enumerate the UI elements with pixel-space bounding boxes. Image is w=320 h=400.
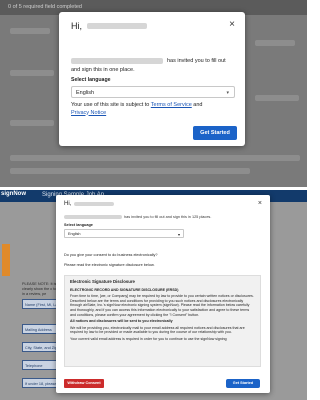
read-instruction: Please read the electronic signature dis… [64, 263, 155, 267]
terms-of-service-link[interactable]: Terms of Service [151, 102, 192, 108]
withdraw-consent-button[interactable]: Withdraw Consent [64, 379, 104, 388]
consent-question: Do you give your consent to do business … [64, 253, 158, 257]
redacted-name [87, 23, 147, 29]
invite-text-2: and sign this in one place. [71, 67, 135, 73]
terms-and: and [191, 102, 203, 108]
disclosure-paragraph: From time to time, [we, or Company] may … [70, 294, 254, 317]
second-screenshot-panel: signNow Signing Sample Job Ap PLEASE NOT… [0, 190, 307, 400]
invite-modal: Hi, × has invited you to fill out and si… [59, 12, 245, 146]
disclosure-paragraph: We will be providing you, electronically… [70, 325, 245, 335]
background-blur [10, 28, 50, 34]
close-icon[interactable]: × [258, 200, 262, 207]
redacted-sender [71, 58, 163, 64]
terms-text: Your use of this site is subject to Term… [71, 102, 235, 117]
background-blur [10, 70, 54, 76]
disclosure-subtitle: ELECTRONIC RECORD AND SIGNATURE DISCLOSU… [70, 287, 179, 292]
disclosure-paragraph: Your current valid email address is requ… [70, 336, 227, 341]
background-blur [255, 95, 299, 101]
get-started-button[interactable]: Get Started [193, 126, 237, 140]
language-select[interactable]: English ▾ [71, 86, 235, 98]
privacy-notice-link[interactable]: Privacy Notice [71, 110, 106, 116]
first-screenshot-panel: 0 of 5 required field completed Hi, × ha… [0, 0, 307, 187]
chevron-down-icon: ▾ [226, 90, 229, 96]
language-value: English [76, 90, 95, 96]
disclosure-heading: All notices and disclosures will be sent… [70, 319, 173, 324]
language-value: English [68, 232, 81, 236]
background-blur [10, 120, 54, 126]
greeting: Hi, [71, 21, 82, 31]
close-icon[interactable]: × [229, 19, 235, 30]
disclosure-box[interactable]: Electronic Signature Disclosure ELECTRON… [64, 275, 261, 367]
redacted-sender [64, 215, 122, 219]
language-select[interactable]: English ▾ [64, 229, 184, 238]
disclosure-title: Electronic Signature Disclosure [70, 279, 135, 284]
background-blur [10, 155, 300, 161]
language-label: Select language [71, 77, 111, 83]
background-blur [10, 168, 250, 174]
invite-text: has invited you to fill out [167, 58, 226, 64]
get-started-button[interactable]: Get Started [226, 379, 260, 388]
redacted-name [74, 202, 114, 206]
consent-modal: Hi, × has invited you to fill out and si… [56, 195, 270, 393]
chevron-down-icon: ▾ [177, 232, 180, 237]
language-label: Select language [64, 223, 93, 227]
background-blur [255, 40, 295, 46]
invite-text: has invited you to fill out and sign thi… [124, 215, 212, 219]
signnow-logo: signNow [1, 191, 26, 197]
field-marker [2, 244, 10, 276]
greeting: Hi, [64, 201, 72, 207]
terms-prefix: Your use of this site is subject to [71, 102, 151, 108]
